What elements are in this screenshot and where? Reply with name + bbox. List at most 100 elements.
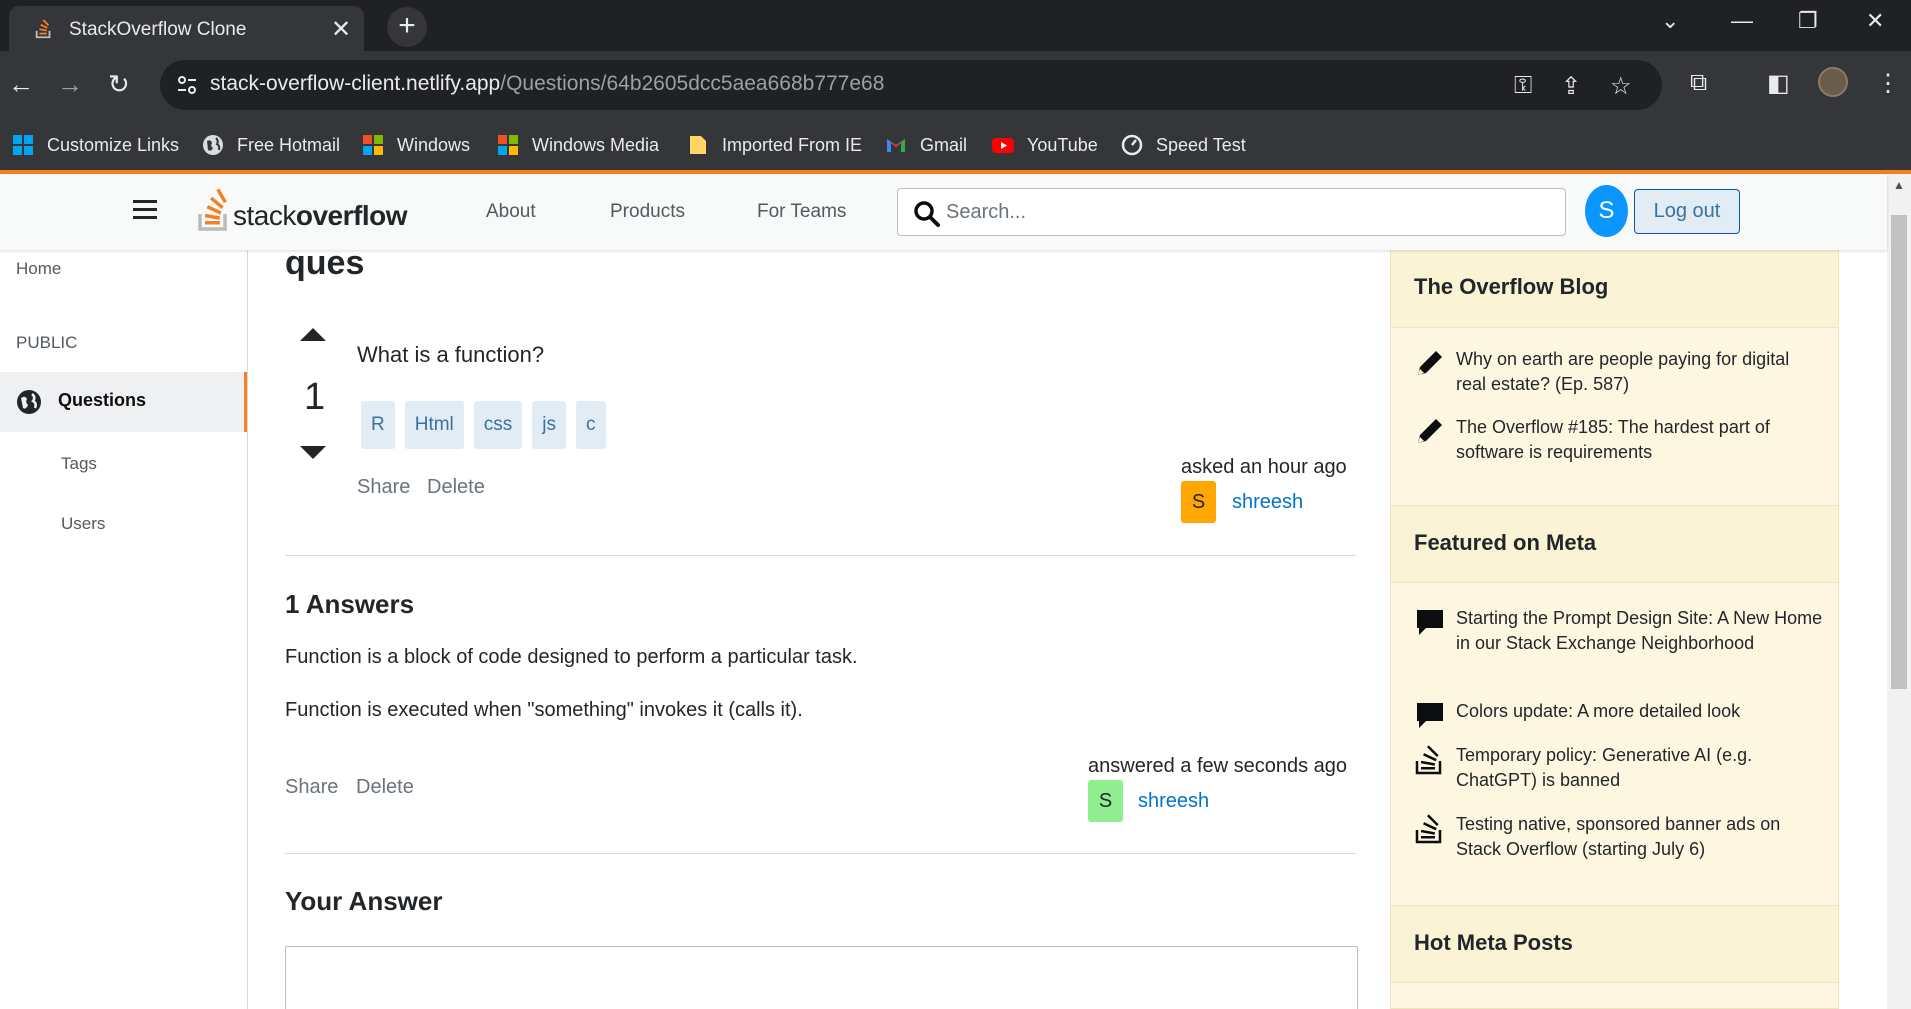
- main-content: ques 1 What is a function? R Html css js…: [248, 250, 1388, 1009]
- downvote-arrow-icon[interactable]: [300, 446, 326, 459]
- meta-item-text: Testing native, sponsored banner ads on …: [1456, 814, 1781, 859]
- answered-timestamp: answered a few seconds ago: [1088, 755, 1348, 777]
- bookmark-label: Gmail: [920, 134, 968, 155]
- search-input[interactable]: [946, 198, 1546, 226]
- bookmark-star-icon[interactable]: ☆: [1610, 72, 1632, 101]
- scroll-up-arrow-icon[interactable]: ▲: [1893, 178, 1905, 192]
- tag-css[interactable]: css: [473, 401, 523, 449]
- answers-heading: 1 Answers: [285, 589, 415, 619]
- question-share-button[interactable]: Share: [357, 476, 410, 499]
- forward-icon[interactable]: →: [57, 69, 83, 100]
- youtube-icon: [992, 138, 1014, 153]
- logo-text: stackoverflow: [233, 200, 408, 232]
- bookmark-label: YouTube: [1027, 134, 1098, 155]
- bookmark-windows[interactable]: Windows: [362, 131, 470, 159]
- meta-item[interactable]: Starting the Prompt Design Site: A New H…: [1414, 606, 1824, 656]
- url-domain: stack-overflow-client.netlify.app: [210, 72, 501, 95]
- bookmark-speed-test[interactable]: Speed Test: [1121, 131, 1246, 159]
- your-answer-heading: Your Answer: [285, 886, 443, 916]
- gmail-icon: [887, 139, 905, 152]
- sidebar-item-questions[interactable]: Questions: [0, 372, 247, 432]
- question-title: ques: [285, 250, 365, 282]
- stackoverflow-logo[interactable]: stackoverflow: [197, 188, 408, 232]
- bookmark-windows-media[interactable]: Windows Media: [497, 131, 659, 159]
- address-bar[interactable]: stack-overflow-client.netlify.app/Questi…: [160, 60, 1662, 110]
- tag-r[interactable]: R: [361, 401, 395, 449]
- search-box: [897, 188, 1566, 236]
- answer-share-button[interactable]: Share: [285, 776, 338, 799]
- globe-icon: [203, 135, 223, 155]
- user-avatar[interactable]: S: [1585, 185, 1628, 237]
- back-icon[interactable]: ←: [8, 69, 34, 100]
- blog-item-text: The Overflow #185: The hardest part of s…: [1456, 417, 1770, 462]
- upvote-arrow-icon[interactable]: [300, 328, 326, 341]
- bookmark-label: Windows: [397, 134, 471, 155]
- close-tab-icon[interactable]: ✕: [331, 15, 351, 44]
- bookmark-label: Windows Media: [532, 134, 660, 155]
- bookmark-customize-links[interactable]: Customize Links: [12, 131, 179, 159]
- asker-avatar[interactable]: S: [1181, 481, 1216, 523]
- asked-timestamp: asked an hour ago: [1181, 456, 1347, 478]
- share-icon[interactable]: ⇪: [1561, 72, 1581, 101]
- tab-search-icon[interactable]: ⌄: [1661, 8, 1679, 34]
- nav-products[interactable]: Products: [610, 201, 685, 223]
- tag-html[interactable]: Html: [404, 401, 464, 449]
- question-delete-button[interactable]: Delete: [427, 476, 485, 499]
- logo-text-bold: overflow: [295, 200, 408, 231]
- bookmark-label: Customize Links: [47, 134, 180, 155]
- site-header: stackoverflow About Products For Teams S…: [0, 174, 1887, 250]
- comment-icon: [1417, 703, 1443, 728]
- browser-tab[interactable]: StackOverflow Clone ✕: [9, 6, 364, 51]
- answerer-username-link[interactable]: shreesh: [1138, 790, 1209, 813]
- bookmark-gmail[interactable]: Gmail: [885, 131, 967, 159]
- meta-item-text: Colors update: A more detailed look: [1456, 701, 1741, 721]
- left-sidebar: Home PUBLIC Questions Tags Users: [0, 250, 248, 1009]
- new-tab-button[interactable]: +: [387, 7, 427, 47]
- menu-kebab-icon[interactable]: ⋮: [1876, 69, 1900, 98]
- bookmark-imported-from-ie[interactable]: Imported From IE: [687, 131, 862, 159]
- answer-delete-button[interactable]: Delete: [356, 776, 414, 799]
- browser-tab-bar: StackOverflow Clone ✕ + ⌄ — ❐ ✕: [0, 0, 1911, 51]
- bookmark-youtube[interactable]: YouTube: [992, 131, 1098, 159]
- nav-about[interactable]: About: [486, 201, 536, 223]
- password-key-icon[interactable]: ⚿: [1514, 72, 1532, 100]
- side-panel-icon[interactable]: ◧: [1767, 69, 1790, 98]
- meta-item[interactable]: Colors update: A more detailed look: [1414, 699, 1824, 731]
- globe-icon: [17, 390, 41, 414]
- meta-item-text: Starting the Prompt Design Site: A New H…: [1456, 608, 1823, 653]
- answers-divider: [285, 853, 1356, 854]
- window-close-icon[interactable]: ✕: [1866, 8, 1884, 34]
- blog-item[interactable]: Why on earth are people paying for digit…: [1414, 347, 1824, 397]
- tag-c[interactable]: c: [576, 401, 606, 449]
- scroll-thumb[interactable]: [1891, 215, 1907, 689]
- asker-username-link[interactable]: shreesh: [1232, 491, 1303, 514]
- sidebar-item-tags[interactable]: Tags: [61, 454, 97, 474]
- nav-for-teams[interactable]: For Teams: [757, 201, 846, 223]
- answer-textarea[interactable]: [285, 946, 1358, 1009]
- extensions-icon[interactable]: ⧉: [1690, 69, 1707, 97]
- pencil-icon: [1418, 351, 1442, 375]
- stackoverflow-logo-icon: [198, 188, 227, 231]
- tab-title: StackOverflow Clone: [69, 19, 247, 40]
- logout-button[interactable]: Log out: [1634, 189, 1740, 234]
- meta-item[interactable]: Testing native, sponsored banner ads on …: [1414, 812, 1824, 862]
- question-divider: [285, 555, 1356, 556]
- blog-item[interactable]: The Overflow #185: The hardest part of s…: [1414, 415, 1824, 465]
- sidebar-item-home[interactable]: Home: [16, 259, 61, 279]
- browser-toolbar: ← → ↻ stack-overflow-client.netlify.app/…: [0, 51, 1911, 120]
- minimize-icon[interactable]: —: [1731, 8, 1753, 34]
- answerer-avatar[interactable]: S: [1088, 780, 1123, 822]
- sidebar-item-users[interactable]: Users: [61, 514, 105, 534]
- comment-icon: [1417, 610, 1443, 635]
- restore-icon[interactable]: ❐: [1798, 8, 1818, 34]
- stack-icon: [1415, 745, 1442, 775]
- site-settings-icon[interactable]: [174, 72, 200, 98]
- page-scrollbar[interactable]: ▲: [1887, 174, 1911, 1009]
- hamburger-menu-icon[interactable]: [133, 200, 157, 220]
- tag-js[interactable]: js: [532, 401, 567, 449]
- vote-count: 1: [304, 376, 326, 418]
- bookmark-free-hotmail[interactable]: Free Hotmail: [202, 131, 340, 159]
- reload-icon[interactable]: ↻: [108, 69, 130, 100]
- profile-avatar[interactable]: [1818, 67, 1848, 97]
- meta-item[interactable]: Temporary policy: Generative AI (e.g. Ch…: [1414, 743, 1824, 793]
